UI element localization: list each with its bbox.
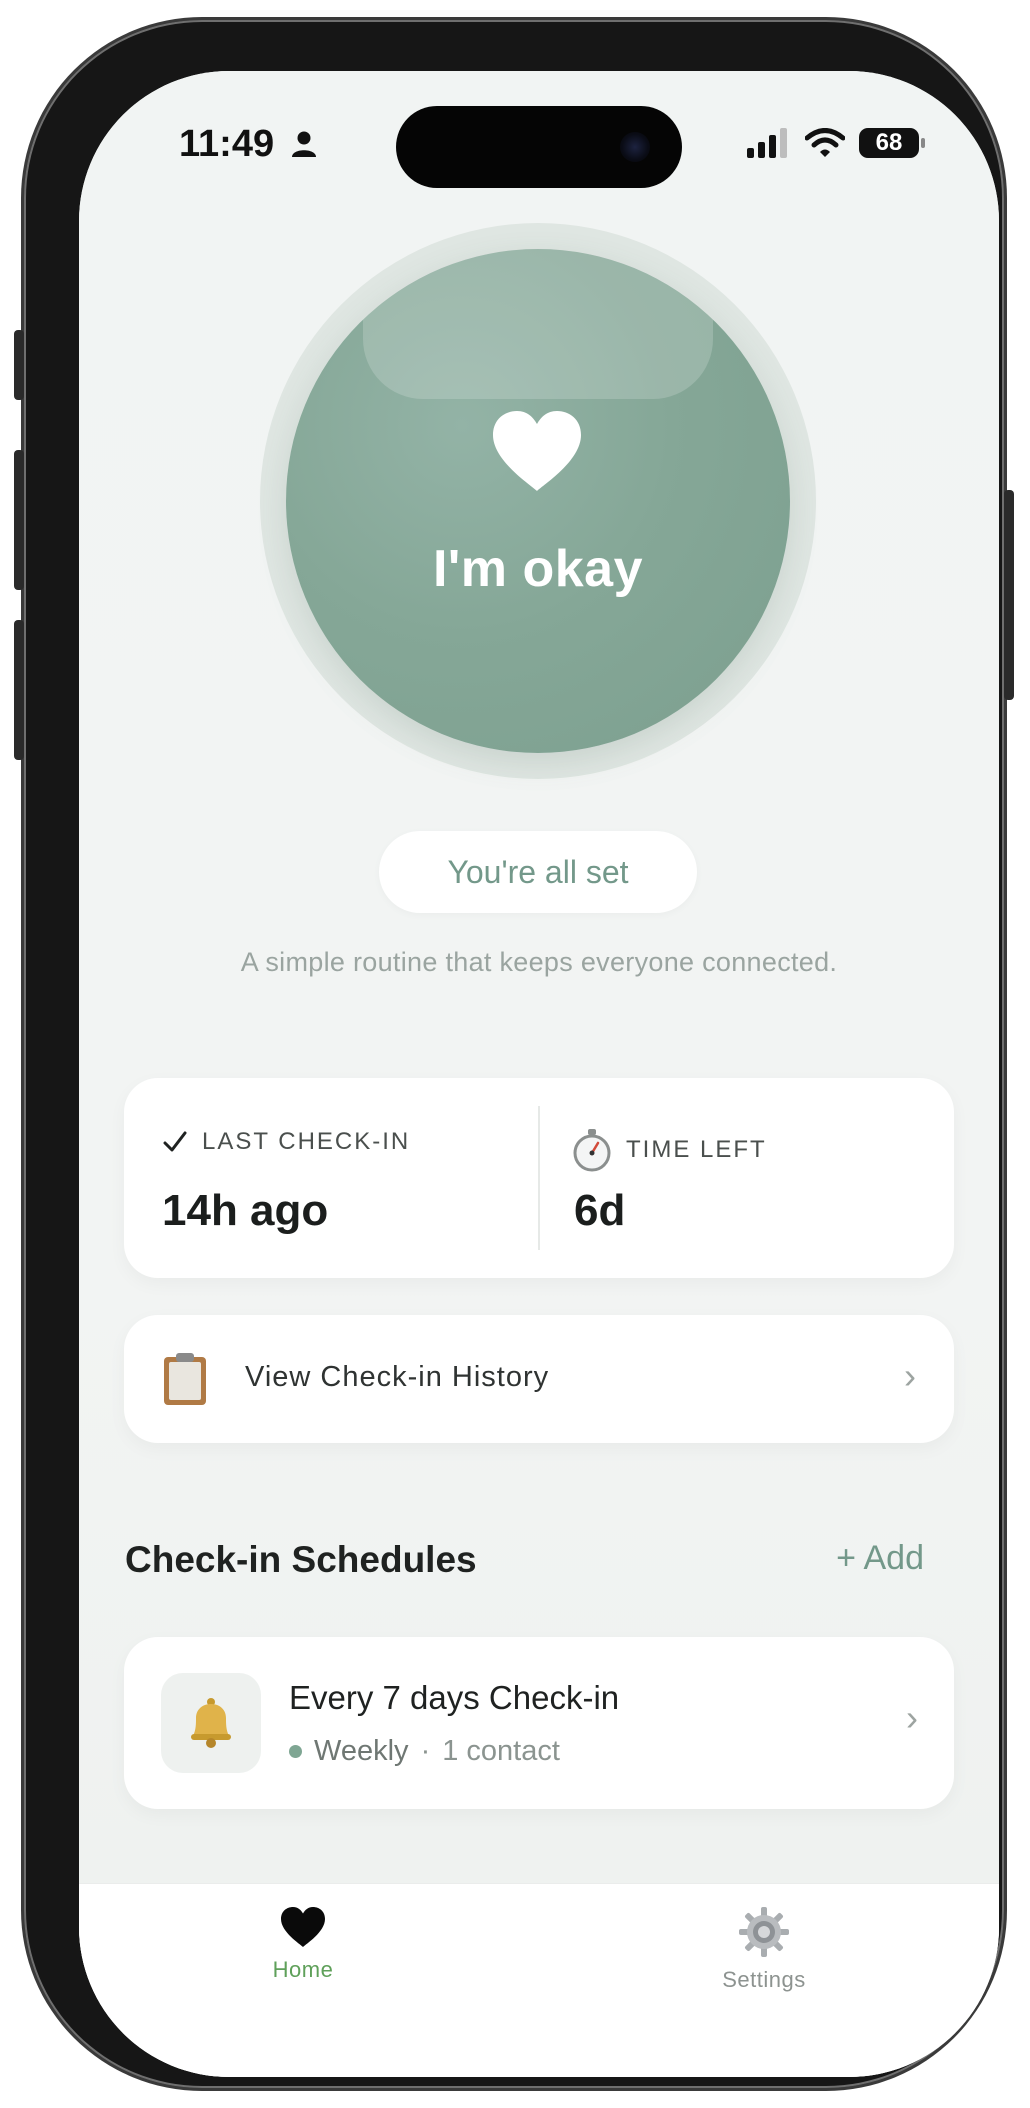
tab-settings[interactable]: Settings xyxy=(664,1906,864,1993)
time-left-label-text: TIME LEFT xyxy=(626,1136,767,1163)
cellular-signal-icon xyxy=(747,128,787,158)
bell-tile xyxy=(161,1673,261,1773)
tab-home[interactable]: Home xyxy=(203,1906,403,1983)
last-checkin-value: 14h ago xyxy=(162,1186,329,1235)
last-checkin-label: LAST CHECK-IN xyxy=(162,1128,410,1156)
battery-level: 68 xyxy=(875,129,903,156)
heart-icon xyxy=(281,1907,325,1947)
chevron-right-icon: › xyxy=(904,1355,916,1396)
camera-icon xyxy=(620,132,650,162)
tab-settings-label: Settings xyxy=(722,1967,806,1992)
battery-indicator: 68 xyxy=(859,128,925,158)
meta-separator: · xyxy=(420,1735,431,1767)
schedule-contacts: 1 contact xyxy=(442,1735,560,1767)
stats-divider xyxy=(538,1106,540,1250)
stats-card: LAST CHECK-IN 14h ago TIME LEFT 6d xyxy=(124,1078,954,1278)
chevron-right-icon: › xyxy=(906,1697,918,1738)
schedules-title: Check-in Schedules xyxy=(125,1539,477,1580)
tab-home-label: Home xyxy=(272,1957,334,1982)
status-indicators: 68 xyxy=(747,126,925,160)
tab-bar: Home Settings xyxy=(79,1883,999,2077)
stopwatch-icon xyxy=(573,1129,611,1172)
im-okay-label: I'm okay xyxy=(432,540,644,598)
schedule-title: Every 7 days Check-in xyxy=(289,1679,620,1716)
schedule-item[interactable]: Every 7 days Check-in Weekly · 1 contact… xyxy=(124,1637,954,1809)
last-checkin-label-text: LAST CHECK-IN xyxy=(202,1128,411,1155)
schedule-frequency: Weekly xyxy=(314,1735,409,1767)
wifi-icon xyxy=(805,128,845,157)
status-time: 11:49 xyxy=(179,123,275,165)
hero-subtitle: A simple routine that keeps everyone con… xyxy=(240,947,838,977)
im-okay-button[interactable]: I'm okay xyxy=(286,249,790,753)
status-pill: You're all set xyxy=(379,831,697,913)
view-history-button[interactable]: View Check-in History › xyxy=(124,1315,954,1443)
add-schedule-button[interactable]: + Add xyxy=(836,1539,924,1578)
app-screen: 11:49 68 I'm okay You're all set A simpl… xyxy=(79,71,999,2077)
schedule-meta: Weekly · 1 contact xyxy=(289,1735,560,1768)
bell-icon xyxy=(191,1698,231,1748)
gear-icon xyxy=(739,1907,789,1957)
time-left-label: TIME LEFT xyxy=(572,1128,767,1172)
person-icon xyxy=(292,131,316,157)
clipboard-icon xyxy=(164,1353,206,1405)
status-dot xyxy=(289,1745,302,1758)
dynamic-island xyxy=(396,106,682,188)
button-gloss xyxy=(363,249,713,399)
status-pill-text: You're all set xyxy=(447,853,629,890)
volume-down-button xyxy=(14,620,24,760)
time-left-value: 6d xyxy=(574,1186,626,1235)
action-button xyxy=(14,330,24,400)
checkmark-icon xyxy=(163,1131,187,1152)
heart-icon xyxy=(493,411,581,491)
view-history-label: View Check-in History xyxy=(245,1361,550,1393)
phone-frame: 11:49 68 I'm okay You're all set A simpl… xyxy=(14,20,1014,2088)
power-button xyxy=(1004,490,1014,700)
volume-up-button xyxy=(14,450,24,590)
